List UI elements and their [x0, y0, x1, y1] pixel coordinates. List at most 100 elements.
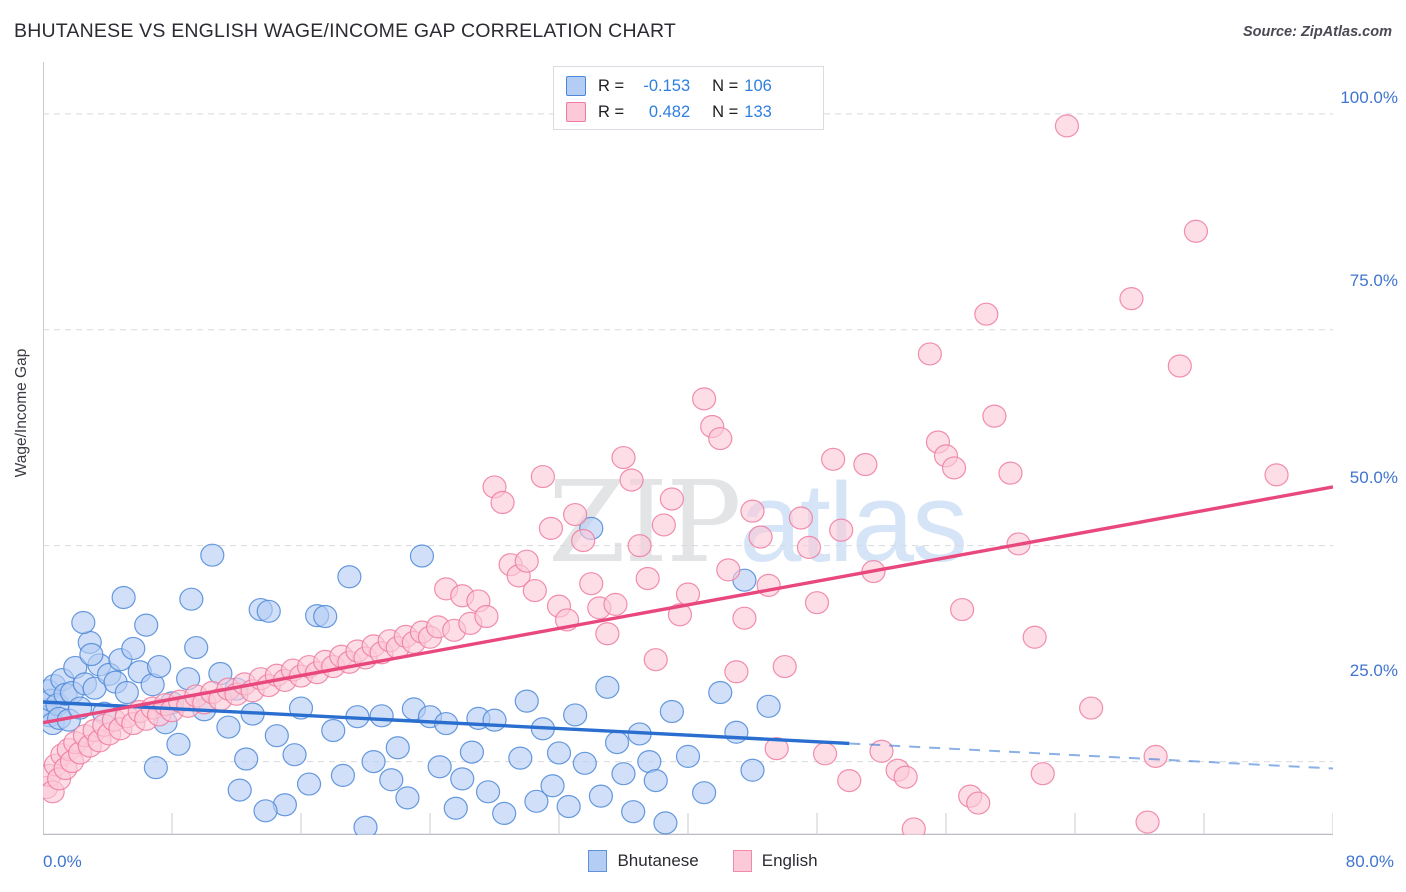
data-point: [756, 694, 781, 718]
plot-area: ZIPatlas: [43, 62, 1333, 835]
y-tick-label-50: 50.0%: [1349, 468, 1398, 487]
data-point: [385, 736, 410, 760]
data-point: [675, 744, 701, 769]
y-tick-label-100: 100.0%: [1340, 88, 1398, 107]
data-point: [522, 578, 547, 603]
data-point: [572, 751, 597, 775]
data-point: [427, 755, 452, 779]
data-point: [114, 680, 139, 705]
data-point: [563, 703, 588, 727]
n-value-bhutanese: 106: [744, 76, 772, 95]
data-point: [821, 447, 846, 471]
legend-swatch-bhutanese: [566, 76, 586, 96]
data-point: [837, 768, 862, 793]
data-point: [901, 817, 926, 835]
data-point: [651, 513, 676, 537]
data-point: [692, 387, 717, 411]
y-tick-label-75: 75.0%: [1349, 271, 1398, 290]
data-point: [514, 549, 539, 573]
data-point: [492, 801, 517, 826]
data-point: [313, 604, 338, 629]
data-point: [869, 739, 894, 763]
data-point: [1022, 625, 1047, 649]
data-point: [321, 718, 346, 743]
data-point: [732, 606, 757, 630]
data-point: [611, 762, 636, 786]
data-point: [998, 461, 1023, 485]
data-point: [1054, 114, 1080, 138]
data-point: [659, 487, 684, 511]
data-point: [1079, 696, 1104, 720]
data-point: [621, 800, 646, 824]
data-point: [604, 730, 630, 755]
data-point: [788, 506, 813, 530]
legend-label-bhutanese: Bhutanese: [617, 851, 699, 870]
data-point: [296, 772, 322, 796]
data-point: [740, 758, 765, 782]
stats-legend-row-bhutanese: R = -0.153 N = 106: [566, 73, 811, 99]
data-point: [796, 535, 822, 559]
data-point: [627, 534, 652, 558]
legend-marker-english: [732, 850, 752, 872]
data-point: [361, 749, 386, 774]
data-point: [234, 747, 259, 771]
series-points-bhutanese: [43, 516, 781, 835]
data-point: [740, 499, 765, 523]
data-point: [146, 654, 172, 679]
data-point: [619, 468, 644, 492]
data-point: [369, 704, 394, 728]
data-point: [450, 767, 475, 791]
data-point: [950, 597, 975, 622]
data-point: [611, 445, 636, 470]
data-point: [853, 452, 878, 477]
n-label-bhutanese: N =: [712, 76, 739, 95]
r-value-bhutanese: -0.153: [643, 76, 691, 95]
page-title: BHUTANESE VS ENGLISH WAGE/INCOME GAP COR…: [14, 20, 676, 42]
data-point: [540, 774, 565, 798]
n-value-english: 133: [744, 102, 772, 121]
data-point: [659, 699, 684, 724]
data-point: [772, 654, 797, 679]
r-value-english: 0.482: [648, 102, 691, 121]
data-point: [282, 743, 307, 767]
legend-item-english[interactable]: English: [732, 850, 818, 872]
data-point: [556, 794, 581, 819]
data-point: [490, 490, 515, 515]
data-point: [337, 565, 362, 589]
data-point: [184, 635, 209, 660]
data-point: [966, 791, 991, 815]
data-point: [708, 680, 733, 705]
data-point: [395, 786, 420, 810]
y-tick-label-25: 25.0%: [1349, 661, 1398, 680]
data-point: [200, 543, 225, 567]
stats-legend-row-english: R = 0.482 N = 133: [566, 99, 811, 125]
data-point: [459, 740, 485, 764]
data-point: [482, 708, 507, 732]
data-point: [579, 572, 604, 596]
legend-marker-bhutanese: [588, 850, 608, 872]
data-point: [227, 778, 252, 802]
data-point: [812, 742, 838, 766]
legend-swatch-english: [566, 102, 586, 122]
data-point: [588, 784, 614, 808]
data-point: [530, 464, 555, 489]
data-point: [643, 648, 668, 672]
data-point: [264, 724, 289, 748]
data-point: [893, 765, 918, 789]
legend-label-english: English: [761, 851, 818, 870]
data-point: [514, 689, 539, 713]
data-point: [475, 780, 501, 804]
data-point: [538, 516, 564, 540]
data-point: [974, 302, 999, 326]
data-point: [563, 502, 588, 527]
legend-item-bhutanese[interactable]: Bhutanese: [588, 850, 699, 872]
scatter-svg: [43, 62, 1333, 835]
data-point: [716, 558, 741, 582]
r-label-english: R =: [598, 102, 625, 121]
data-point: [724, 660, 749, 684]
data-point: [121, 636, 146, 661]
data-point: [409, 544, 435, 568]
data-point: [595, 622, 620, 646]
data-point: [1030, 762, 1055, 786]
data-point: [724, 720, 749, 744]
